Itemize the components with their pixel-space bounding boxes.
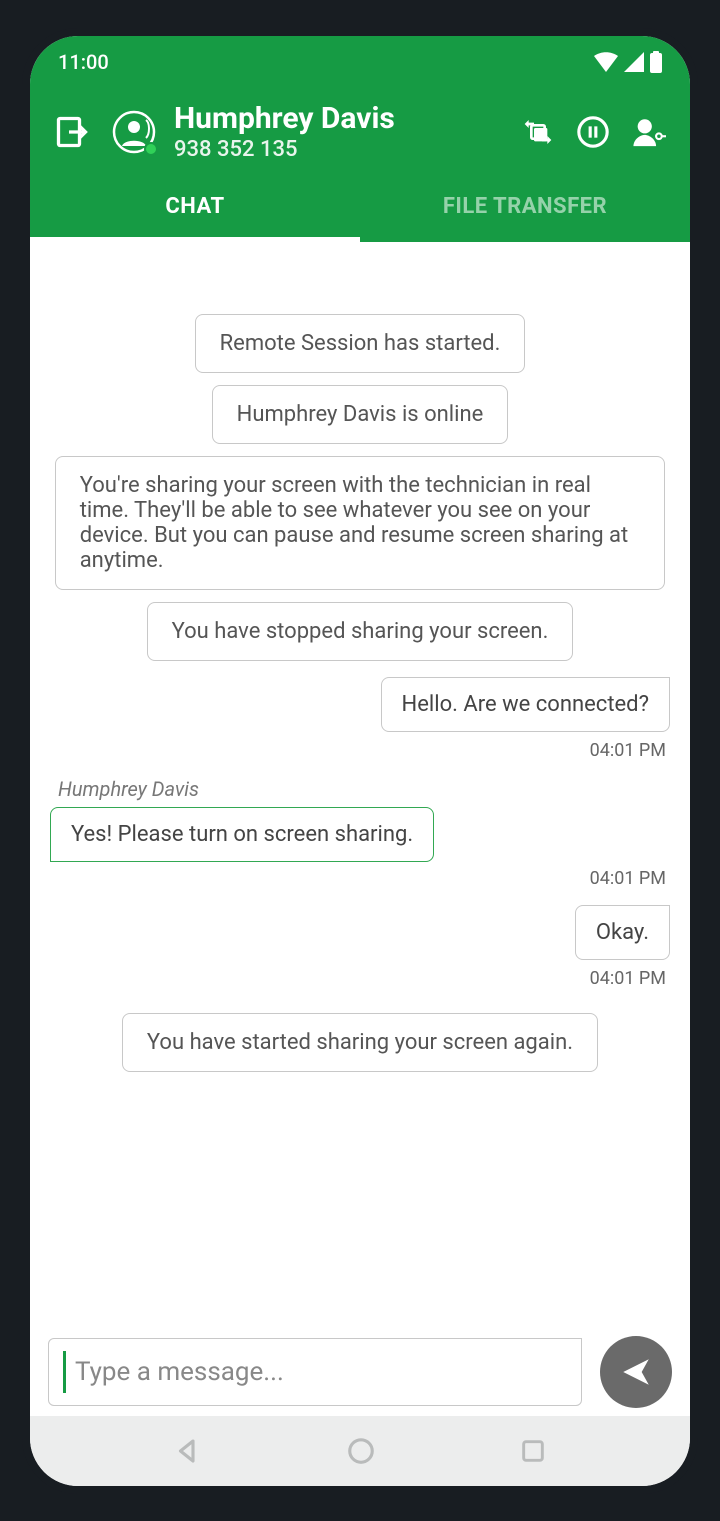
tab-file-transfer[interactable]: FILE TRANSFER [360,174,690,242]
status-bar: 11:00 [30,36,690,88]
incoming-message: Humphrey Davis Yes! Please turn on scree… [50,777,670,889]
avatar[interactable] [112,110,156,154]
recents-icon[interactable] [519,1437,547,1465]
system-message: Humphrey Davis is online [212,385,509,444]
clock: 11:00 [58,50,109,74]
message-time: 04:01 PM [590,968,666,989]
app-bar: Humphrey Davis 938 352 135 [30,88,690,174]
presence-indicator [144,142,158,156]
android-nav-bar [30,1416,690,1486]
title-block: Humphrey Davis 938 352 135 [174,102,504,162]
back-icon[interactable] [173,1436,203,1466]
system-message: You're sharing your screen with the tech… [55,456,666,590]
home-icon[interactable] [346,1436,376,1466]
message-time: 04:01 PM [96,868,666,889]
system-message: Remote Session has started. [195,314,526,373]
swap-screen-icon[interactable] [522,116,554,148]
system-message: You have started sharing your screen aga… [122,1013,598,1072]
send-button[interactable] [600,1336,672,1408]
contact-name: Humphrey Davis [174,102,504,135]
outgoing-message: Hello. Are we connected? 04:01 PM [50,677,670,761]
input-bar: Type a message... [48,1336,672,1408]
message-input[interactable]: Type a message... [48,1338,582,1406]
exit-icon[interactable] [54,114,90,150]
signal-icon [624,52,644,72]
chat-area[interactable]: Remote Session has started. Humphrey Dav… [30,288,690,1336]
status-icons [594,51,662,73]
session-id: 938 352 135 [174,137,504,162]
message-placeholder: Type a message... [75,1357,284,1387]
system-message: You have stopped sharing your screen. [147,602,574,661]
send-icon [619,1355,653,1389]
outgoing-message: Okay. 04:01 PM [50,905,670,989]
tabs: CHAT FILE TRANSFER [30,174,690,242]
message-bubble: Hello. Are we connected? [381,677,670,732]
battery-icon [650,51,662,73]
wifi-icon [594,52,618,72]
tab-chat[interactable]: CHAT [30,174,360,242]
message-bubble: Okay. [575,905,670,960]
message-bubble: Yes! Please turn on screen sharing. [50,807,434,862]
user-key-icon[interactable] [632,117,666,147]
pause-icon[interactable] [576,115,610,149]
message-time: 04:01 PM [590,740,666,761]
sender-name: Humphrey Davis [58,777,199,801]
phone-frame: 11:00 Humphrey Davis 938 352 135 CHAT F [22,28,698,1494]
